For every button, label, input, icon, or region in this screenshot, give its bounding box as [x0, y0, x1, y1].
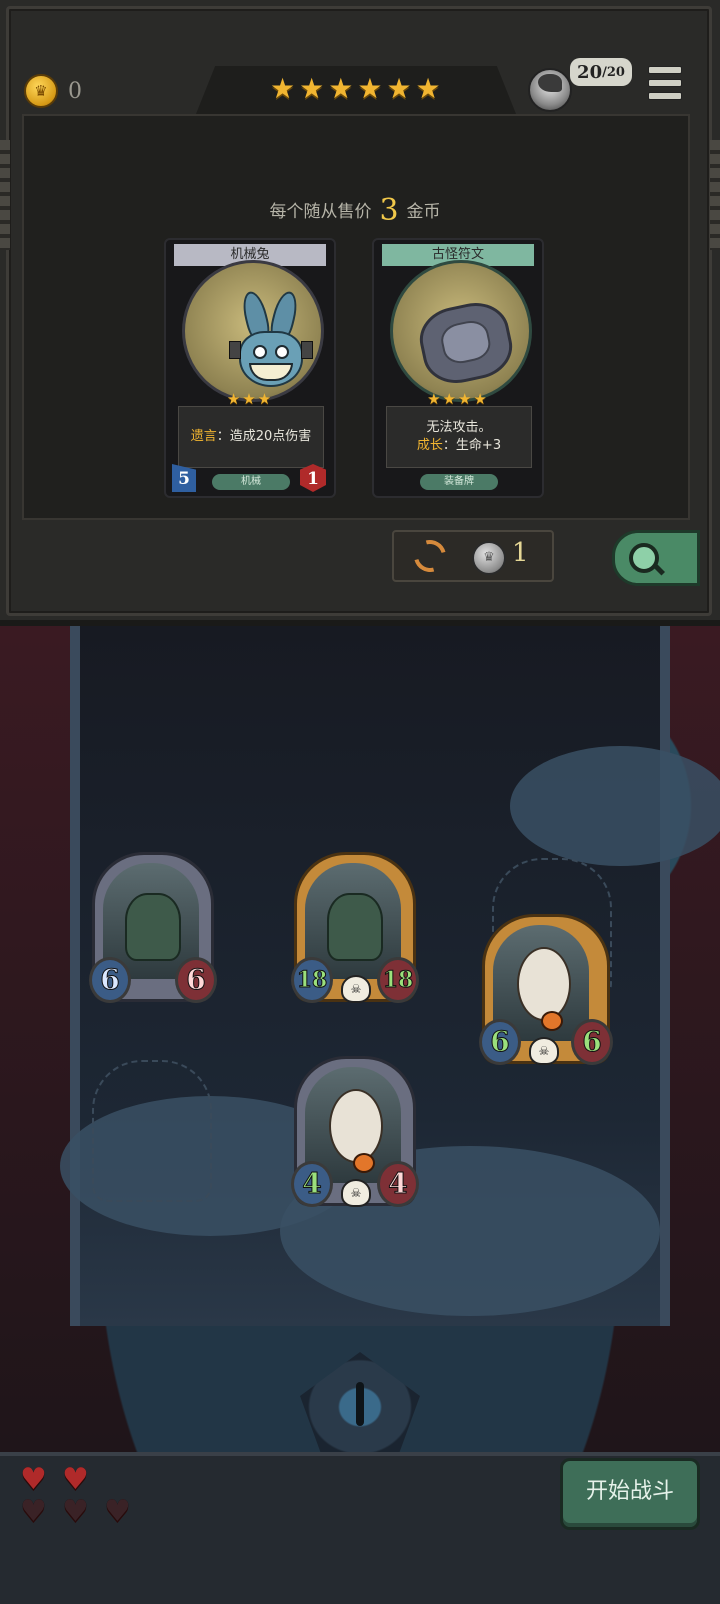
card-tag: 机械: [212, 474, 290, 490]
deathrattle-skull-icon: ☠: [341, 975, 371, 1003]
unit-attack: 4: [291, 1161, 333, 1207]
star-icon: ★: [270, 72, 296, 105]
unit-attack: 6: [89, 957, 131, 1003]
refresh-shop-button[interactable]: ♛ 1: [392, 530, 554, 582]
tavern-tier-stars: ★ ★ ★ ★ ★ ★: [270, 72, 441, 106]
star-icon: ★: [299, 72, 325, 105]
menu-button[interactable]: [648, 66, 682, 100]
star-icon: ★: [386, 72, 412, 105]
effect-line1: 无法攻击。: [426, 420, 492, 435]
rabbit-eye: [275, 345, 289, 359]
unit-health: 6: [571, 1019, 613, 1065]
board-unit[interactable]: 4 4 ☠: [291, 1056, 419, 1207]
effect-text: ：生命+3: [442, 438, 502, 453]
bolt: [229, 341, 241, 359]
empty-board-slot[interactable]: [92, 1060, 212, 1202]
shop-card-odd-rune[interactable]: 古怪符文 ★★★★ 无法攻击。 成长：生命+3 装备牌: [372, 238, 544, 498]
heart-icon: ♥: [20, 1462, 47, 1497]
star-icon: ★: [357, 72, 383, 105]
chain-right: [710, 140, 720, 250]
board-unit[interactable]: 6 6 ☠: [479, 914, 613, 1065]
star-icon: ★: [328, 72, 354, 105]
menu-bar: [648, 92, 682, 100]
bolt: [301, 341, 313, 359]
mech-rabbit-art: [223, 289, 315, 403]
bunny-figure: [329, 1089, 383, 1163]
card-attack: 5: [172, 464, 196, 492]
sell-price-info: 每个随从售价 3 金币: [0, 190, 710, 228]
sell-price: 3: [379, 193, 399, 228]
unit-health: 18: [377, 957, 419, 1003]
menu-bar: [648, 66, 682, 74]
bunny-figure: [517, 947, 571, 1021]
effect-keyword: 遗言: [190, 429, 217, 444]
card-portrait: [182, 260, 324, 402]
shop-card-mech-rabbit[interactable]: 机械兔 ★★★ 遗言：造成20点伤害 机械 5 1: [164, 238, 336, 498]
gold-coin-icon: ♛: [24, 74, 58, 108]
pumpkin-icon: [353, 1153, 375, 1173]
coin-count: 0: [68, 78, 82, 104]
menu-bar: [648, 79, 682, 87]
heart-empty-icon: ♥: [62, 1494, 89, 1529]
deathrattle-skull-icon: ☠: [341, 1179, 371, 1207]
mechanic-figure: [125, 893, 181, 961]
heart-empty-icon: ♥: [20, 1494, 47, 1529]
health-current: 20: [577, 61, 603, 83]
heart-empty-icon: ♥: [104, 1494, 131, 1529]
coin-counter: ♛ 0: [24, 74, 82, 108]
star-icon: ★: [415, 72, 441, 105]
search-button[interactable]: [612, 530, 700, 586]
effect-keyword: 成长: [416, 438, 443, 453]
sell-prefix: 每个随从售价: [269, 202, 372, 222]
card-description: 无法攻击。 成长：生命+3: [386, 406, 532, 468]
player-health-bubble: 20/20: [570, 58, 632, 86]
refresh-icon: [408, 534, 452, 578]
mechanic-figure: [327, 893, 383, 961]
board-unit[interactable]: 6 6: [89, 852, 217, 1003]
unit-attack: 6: [479, 1019, 521, 1065]
pumpkin-icon: [541, 1011, 563, 1031]
rabbit-eye: [253, 345, 267, 359]
unit-health: 6: [175, 957, 217, 1003]
card-portrait: [390, 260, 532, 402]
cloud: [510, 746, 720, 866]
magnifier-icon: [629, 543, 659, 573]
card-description: 遗言：造成20点伤害: [178, 406, 324, 468]
start-battle-button[interactable]: 开始战斗: [560, 1458, 700, 1530]
sell-suffix: 金币: [406, 202, 441, 222]
deathrattle-skull-icon: ☠: [529, 1037, 559, 1065]
shop-area: [22, 114, 690, 520]
silver-coin-icon: ♛: [472, 541, 506, 575]
player-avatar[interactable]: [528, 68, 572, 112]
board-unit[interactable]: 18 18 ☠: [291, 852, 419, 1003]
unit-attack: 18: [291, 957, 333, 1003]
shop-panel: ♛ 0 ★ ★ ★ ★ ★ ★ 20/20 每个随从售价 3 金币 机械兔 ★★…: [0, 0, 720, 626]
effect-text: ：造成20点伤害: [216, 429, 312, 444]
unit-health: 4: [377, 1161, 419, 1207]
rune-art: [414, 296, 518, 390]
health-max: /20: [602, 64, 625, 80]
heart-icon: ♥: [62, 1462, 89, 1497]
card-health: 1: [300, 464, 326, 492]
refresh-cost: 1: [512, 538, 529, 568]
card-tag: 装备牌: [420, 474, 498, 490]
